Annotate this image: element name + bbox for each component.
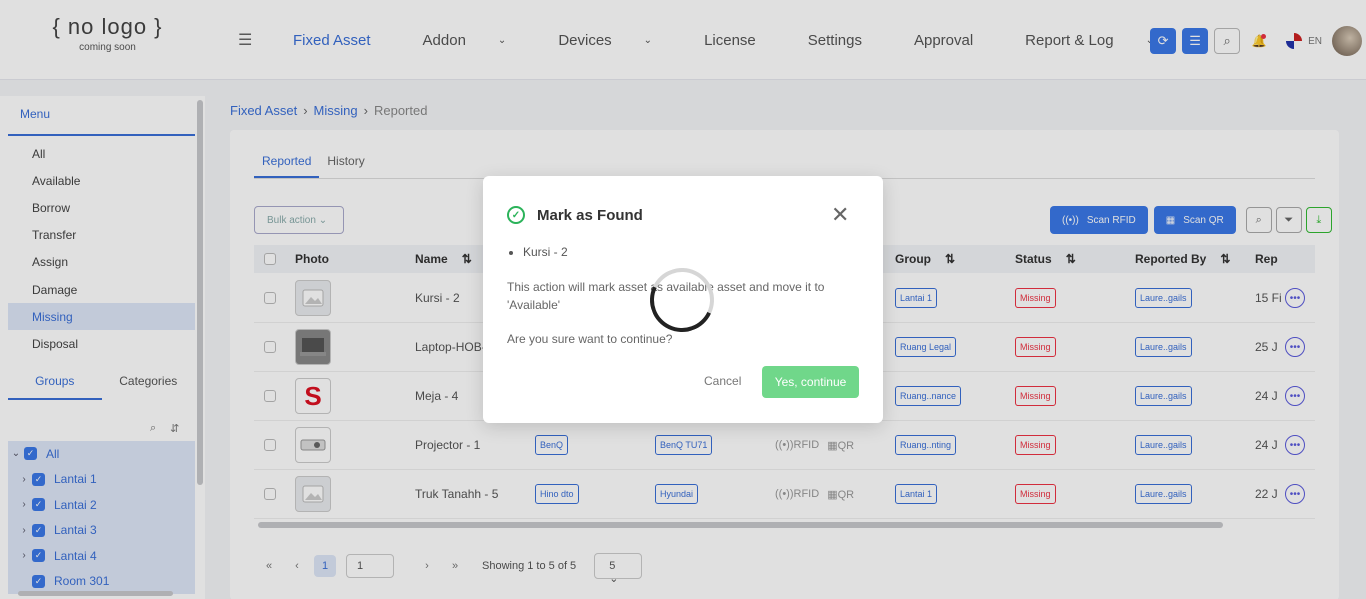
check-circle-icon: ✓: [507, 206, 525, 224]
dialog-question: Are you sure want to continue?: [507, 332, 673, 346]
list-item: Kursi - 2: [523, 245, 568, 259]
cancel-button[interactable]: Cancel: [704, 374, 741, 388]
close-icon[interactable]: ✕: [831, 204, 849, 226]
confirm-button[interactable]: Yes, continue: [762, 366, 859, 398]
dialog-item-list: Kursi - 2: [523, 245, 568, 259]
dialog-title: ✓ Mark as Found: [507, 206, 643, 224]
